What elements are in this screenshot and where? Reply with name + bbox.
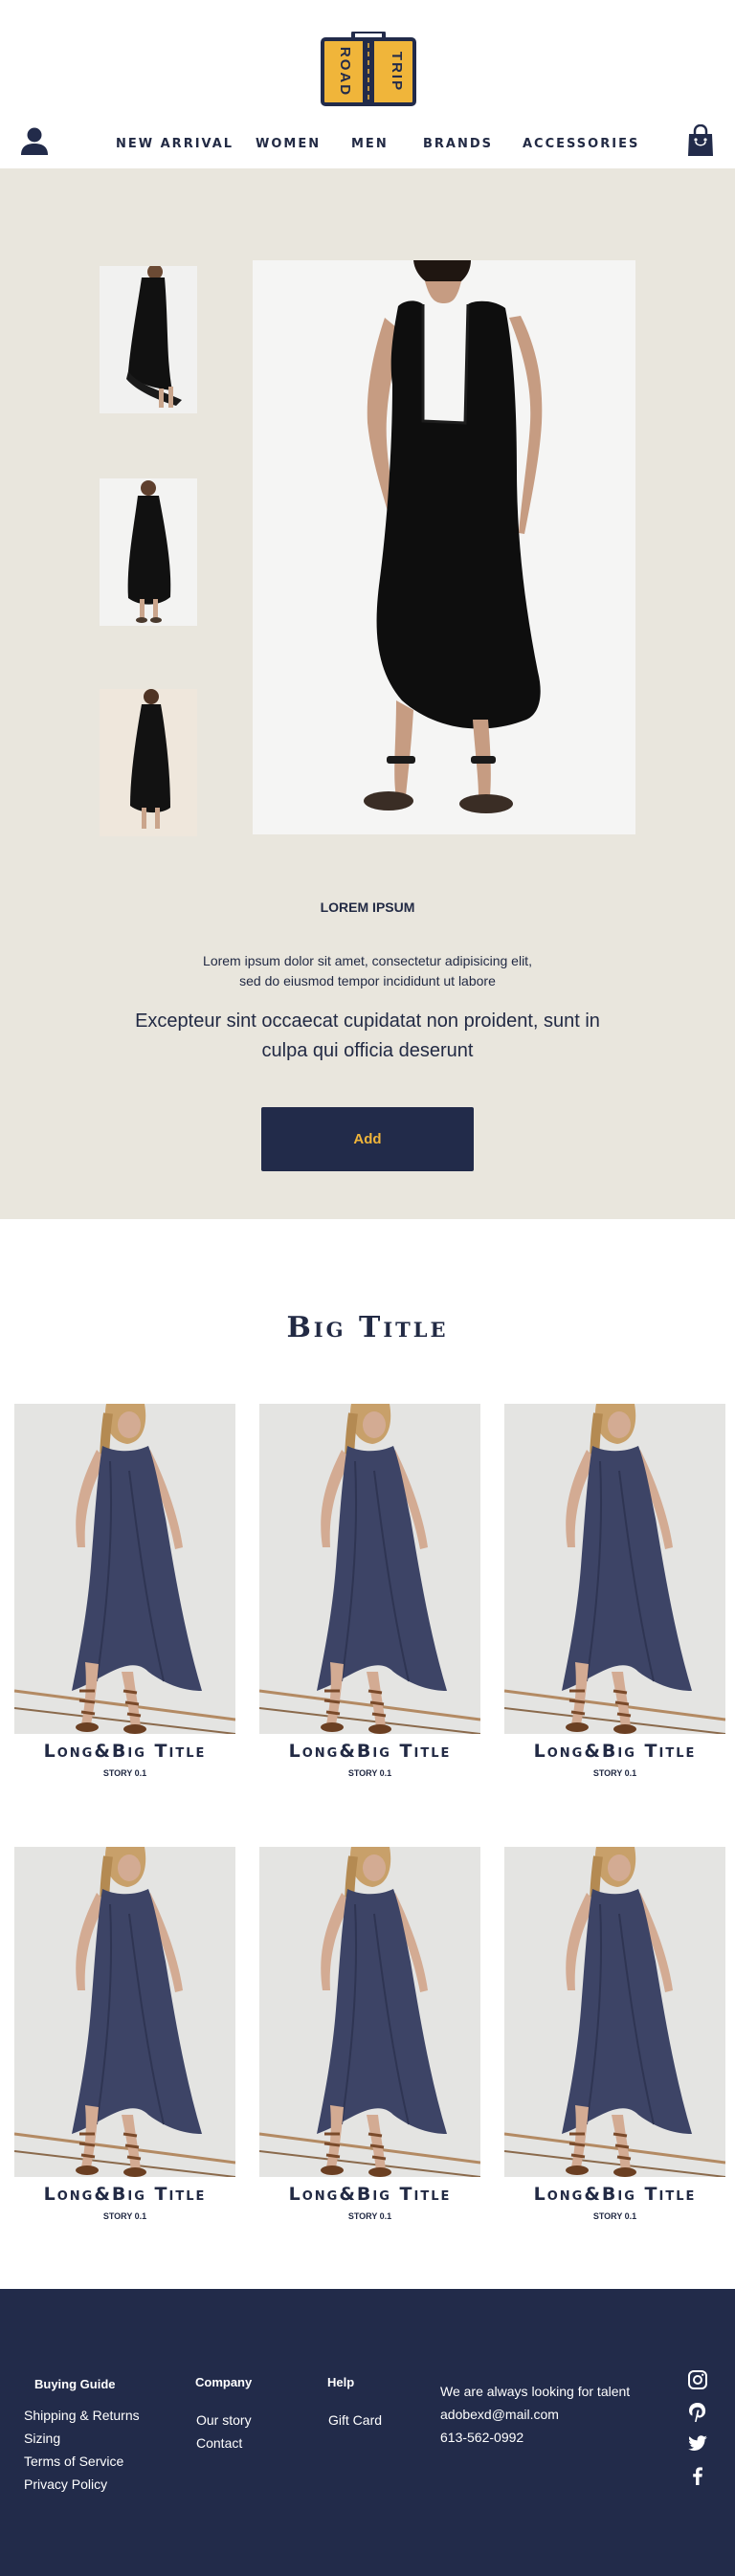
add-to-cart-button[interactable]: Add xyxy=(261,1107,474,1171)
footer-link-contact[interactable]: Contact xyxy=(196,2435,242,2451)
footer-link-terms[interactable]: Terms of Service xyxy=(24,2454,123,2469)
story-card-image[interactable] xyxy=(259,1847,480,2177)
product-section: LOREM IPSUM Lorem ipsum dolor sit amet, … xyxy=(0,168,735,1219)
road-trip-logo[interactable]: ROAD TRIP xyxy=(321,32,416,106)
product-description: Lorem ipsum dolor sit amet, consectetur … xyxy=(176,951,559,991)
footer-company-heading: Company xyxy=(195,2375,253,2389)
stories-section-title: Big Title xyxy=(286,1311,449,1344)
product-description-line2: sed do eiusmod tempor incididunt ut labo… xyxy=(239,973,496,988)
footer-link-privacy[interactable]: Privacy Policy xyxy=(24,2476,107,2492)
footer-link-sizing[interactable]: Sizing xyxy=(24,2431,60,2446)
thumbnail-dress-image xyxy=(100,689,197,836)
story-card-subtitle: STORY 0.1 xyxy=(102,1768,147,1778)
main-nav: NEW ARRIVAL WOMEN MEN BRANDS ACCESSORIES xyxy=(0,137,735,156)
story-dress-image xyxy=(504,1847,725,2177)
story-dress-image xyxy=(259,1847,480,2177)
pinterest-icon[interactable] xyxy=(687,2402,708,2423)
twitter-icon[interactable] xyxy=(687,2432,708,2454)
product-lead-line1: Excepteur sint occaecat cupidatat non pr… xyxy=(135,1010,600,1032)
story-card-image[interactable] xyxy=(504,1847,725,2177)
footer-talent-text: We are always looking for talent xyxy=(440,2384,631,2399)
product-main-image xyxy=(253,260,635,834)
product-title: LOREM IPSUM xyxy=(320,899,415,915)
footer-link-our-story[interactable]: Our story xyxy=(196,2412,252,2428)
product-description-line1: Lorem ipsum dolor sit amet, consectetur … xyxy=(203,953,532,968)
story-dress-image xyxy=(504,1404,725,1734)
story-card-subtitle: STORY 0.1 xyxy=(102,2211,147,2221)
nav-women[interactable]: WOMEN xyxy=(256,137,321,151)
footer-email-link[interactable]: adobexd@mail.com xyxy=(440,2407,559,2422)
story-card-title[interactable]: Long&Big Title xyxy=(495,1741,735,1762)
facebook-icon[interactable] xyxy=(687,2465,708,2486)
product-lead-line2: culpa qui officia deserunt xyxy=(261,1040,474,1061)
nav-accessories[interactable]: ACCESSORIES xyxy=(523,137,639,151)
thumbnail-dress-image xyxy=(100,266,197,413)
story-card-image[interactable] xyxy=(504,1404,725,1734)
nav-new-arrival[interactable]: NEW ARRIVAL xyxy=(116,137,234,151)
story-dress-image xyxy=(259,1404,480,1734)
logo-road-text: ROAD xyxy=(337,47,353,97)
story-dress-image xyxy=(14,1847,235,2177)
nav-brands[interactable]: BRANDS xyxy=(423,137,493,151)
story-card-subtitle: STORY 0.1 xyxy=(347,1768,392,1778)
footer-link-gift-card[interactable]: Gift Card xyxy=(328,2412,382,2428)
dress-back-photo xyxy=(253,260,635,834)
nav-men[interactable]: MEN xyxy=(351,137,389,151)
footer-help-heading: Help xyxy=(327,2375,355,2389)
footer-phone-link[interactable]: 613-562-0992 xyxy=(440,2430,523,2445)
logo-trip-text: TRIP xyxy=(389,52,405,92)
site-header: ROAD TRIP NEW ARRIVAL WOMEN MEN BRANDS A… xyxy=(0,0,735,168)
story-card-title[interactable]: Long&Big Title xyxy=(495,2184,735,2205)
story-card-image[interactable] xyxy=(259,1404,480,1734)
product-thumbnail-2[interactable] xyxy=(100,478,197,626)
story-card-title[interactable]: Long&Big Title xyxy=(5,2184,245,2205)
story-card-title[interactable]: Long&Big Title xyxy=(5,1741,245,1762)
footer-link-shipping-returns[interactable]: Shipping & Returns xyxy=(24,2408,140,2423)
story-card-title[interactable]: Long&Big Title xyxy=(250,1741,490,1762)
footer-buying-guide-heading: Buying Guide xyxy=(34,2377,116,2391)
story-card-subtitle: STORY 0.1 xyxy=(347,2211,392,2221)
story-card-image[interactable] xyxy=(14,1404,235,1734)
instagram-icon[interactable] xyxy=(687,2369,708,2390)
product-thumbnail-1[interactable] xyxy=(100,266,197,413)
product-lead-text: Excepteur sint occaecat cupidatat non pr… xyxy=(119,1007,616,1066)
product-thumbnail-3[interactable] xyxy=(100,689,197,836)
story-card-image[interactable] xyxy=(14,1847,235,2177)
story-card-subtitle: STORY 0.1 xyxy=(592,2211,637,2221)
story-card-title[interactable]: Long&Big Title xyxy=(250,2184,490,2205)
shopping-bag-icon[interactable] xyxy=(687,124,714,157)
story-dress-image xyxy=(14,1404,235,1734)
thumbnail-dress-image xyxy=(100,478,197,626)
story-card-subtitle: STORY 0.1 xyxy=(592,1768,637,1778)
site-footer: Buying Guide Shipping & Returns Sizing T… xyxy=(0,2289,735,2576)
